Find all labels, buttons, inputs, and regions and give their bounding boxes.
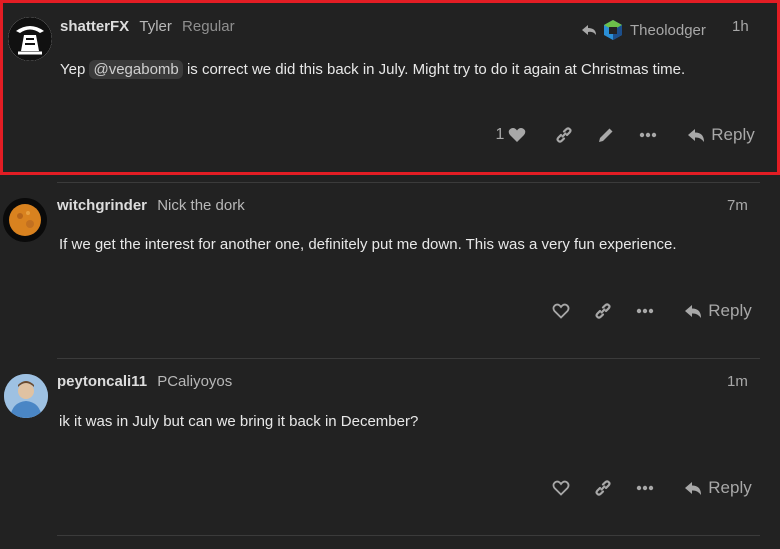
username[interactable]: peytoncali11 [57,373,147,390]
pencil-icon [599,128,613,142]
user-title: Regular [182,18,235,35]
reply-label: Reply [711,125,755,144]
avatar[interactable] [4,374,48,418]
post-shatterfx: shatterFX Tyler Regular Theolodger 1h Ye… [0,0,780,175]
reply-icon [685,304,702,318]
heart-icon [552,303,570,319]
post-body: Yep @vegabomb is correct we did this bac… [60,60,686,79]
more-icon [636,308,654,314]
more-button[interactable] [635,123,661,147]
full-name[interactable]: Nick the dork [157,197,245,214]
more-button[interactable] [632,299,658,323]
heart-icon [552,480,570,496]
post-age[interactable]: 7m [727,197,748,214]
like-button[interactable] [548,299,574,323]
reply-to-tab[interactable]: Theolodger [581,19,706,41]
post-text-start: Yep [60,61,86,78]
post-text-end: is correct we did this back in July. Mig… [186,61,686,78]
more-button[interactable] [632,476,658,500]
like-count: 1 [495,126,505,143]
post-body: If we get the interest for another one, … [59,236,677,253]
copy-link-button[interactable] [590,299,616,323]
post-peytoncali11: peytoncali11 PCaliyoyos 1m ik it was in … [0,359,780,534]
post-body: ik it was in July but can we bring it ba… [59,413,419,430]
more-icon [639,132,657,138]
reply-label: Reply [708,478,752,497]
reply-button[interactable]: Reply [684,476,752,500]
reply-button[interactable]: Reply [687,123,755,147]
post-age[interactable]: 1h [732,18,749,35]
link-icon [556,127,572,143]
post-divider [57,535,760,536]
username[interactable]: witchgrinder [57,197,147,214]
link-icon [595,303,611,319]
copy-link-button[interactable] [590,476,616,500]
reply-arrow-icon [582,25,596,35]
link-icon [595,480,611,496]
edit-button[interactable] [593,123,619,147]
username[interactable]: shatterFX [60,18,129,35]
more-icon [636,485,654,491]
post-age[interactable]: 1m [727,373,748,390]
heart-icon [509,128,526,142]
avatar[interactable] [3,198,47,242]
post-witchgrinder: witchgrinder Nick the dork 7m If we get … [0,183,780,358]
user-mention[interactable]: @vegabomb [89,60,183,79]
like-button[interactable]: 1 [490,123,532,147]
avatar [604,20,622,40]
reply-to-username: Theolodger [630,21,706,39]
reply-icon [688,128,705,142]
avatar[interactable] [8,17,52,61]
full-name[interactable]: Tyler [139,18,172,35]
reply-icon [685,481,702,495]
copy-link-button[interactable] [551,123,577,147]
reply-label: Reply [708,301,752,320]
full-name[interactable]: PCaliyoyos [157,373,232,390]
reply-button[interactable]: Reply [684,299,752,323]
like-button[interactable] [548,476,574,500]
